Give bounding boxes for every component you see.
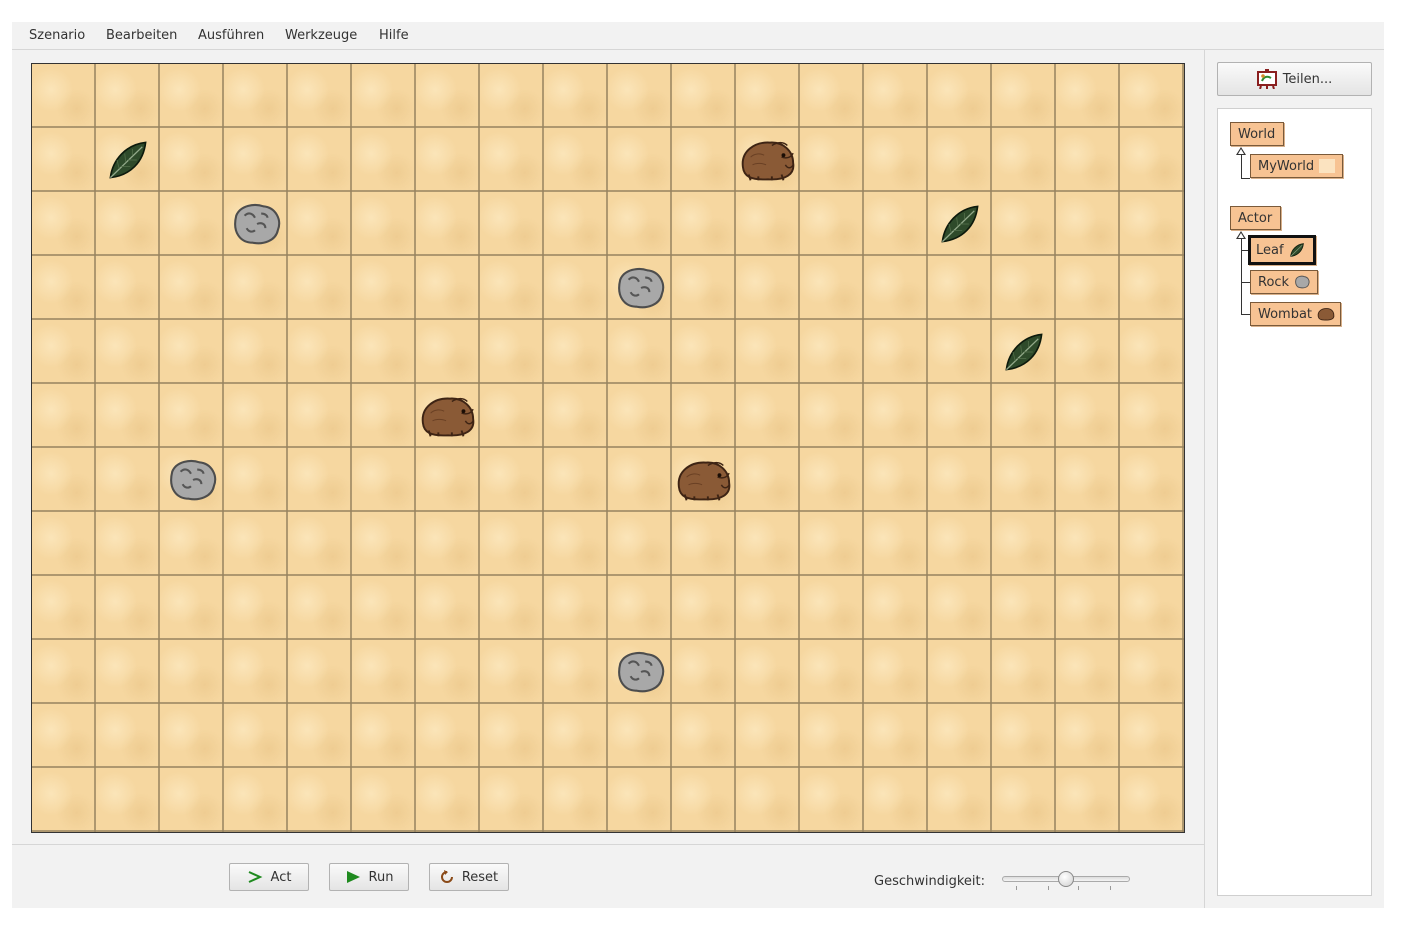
slider-tick [1110, 886, 1111, 890]
tree-line [1241, 282, 1250, 283]
class-actor[interactable]: Actor [1230, 206, 1281, 230]
divider [12, 844, 1204, 845]
slider-tick [1078, 886, 1079, 890]
menu-ausfuehren[interactable]: Ausführen [198, 28, 264, 43]
world-thumbnail-icon [1319, 159, 1336, 173]
run-label: Run [368, 869, 394, 885]
world-canvas[interactable] [31, 63, 1185, 833]
class-rock[interactable]: Rock [1250, 270, 1318, 294]
share-icon [1256, 69, 1277, 89]
run-button[interactable]: Run [329, 863, 409, 891]
menu-bearbeiten[interactable]: Bearbeiten [106, 28, 177, 43]
wombat-icon [1317, 308, 1335, 321]
wombat-actor[interactable] [419, 393, 477, 439]
class-wombat-label: Wombat [1258, 306, 1313, 322]
class-myworld[interactable]: MyWorld [1250, 154, 1343, 178]
class-leaf[interactable]: Leaf [1248, 235, 1316, 265]
wombat-actor[interactable] [739, 137, 797, 183]
leaf-icon [1289, 243, 1304, 257]
slider-tick [1048, 886, 1049, 890]
reset-button[interactable]: Reset [429, 863, 509, 891]
reset-icon [440, 870, 453, 883]
class-world-label: World [1238, 126, 1276, 142]
act-button[interactable]: Act [229, 863, 309, 891]
class-pane: Teilen... World MyWorld Actor Leaf Rock … [1204, 50, 1384, 908]
greenfoot-window: Szenario Bearbeiten Ausführen Werkzeuge … [12, 22, 1384, 908]
act-icon [248, 871, 262, 883]
rock-actor[interactable] [166, 457, 218, 503]
class-leaf-label: Leaf [1256, 242, 1284, 258]
class-wombat[interactable]: Wombat [1250, 302, 1341, 326]
reset-label: Reset [461, 869, 499, 885]
menu-werkzeuge[interactable]: Werkzeuge [285, 28, 357, 43]
rock-actor[interactable] [614, 265, 666, 311]
rock-actor[interactable] [614, 649, 666, 695]
share-label: Teilen... [1282, 71, 1333, 87]
play-icon [346, 871, 360, 883]
menu-hilfe[interactable]: Hilfe [379, 28, 409, 43]
speed-label: Geschwindigkeit: [874, 874, 985, 889]
class-diagram: World MyWorld Actor Leaf Rock Wombat [1217, 108, 1372, 896]
wombat-actor[interactable] [675, 457, 733, 503]
rock-icon [1295, 275, 1310, 289]
leaf-actor[interactable] [1002, 330, 1046, 374]
class-rock-label: Rock [1258, 274, 1290, 290]
slider-tick [1016, 886, 1017, 890]
rock-actor[interactable] [230, 201, 282, 247]
class-world[interactable]: World [1230, 122, 1284, 146]
menu-bar: Szenario Bearbeiten Ausführen Werkzeuge … [12, 22, 1384, 50]
share-button[interactable]: Teilen... [1217, 62, 1372, 96]
speed-slider[interactable] [1000, 868, 1132, 892]
world-pane: Act Run Reset Geschwindigkeit: [12, 50, 1204, 908]
menu-szenario[interactable]: Szenario [29, 28, 85, 43]
leaf-actor[interactable] [106, 138, 150, 182]
class-myworld-label: MyWorld [1258, 158, 1315, 174]
leaf-actor[interactable] [938, 202, 982, 246]
tree-line [1241, 314, 1250, 315]
tree-line [1241, 178, 1250, 179]
act-label: Act [270, 869, 292, 885]
tree-line [1241, 154, 1242, 178]
slider-thumb[interactable] [1058, 871, 1074, 887]
class-actor-label: Actor [1238, 210, 1273, 226]
